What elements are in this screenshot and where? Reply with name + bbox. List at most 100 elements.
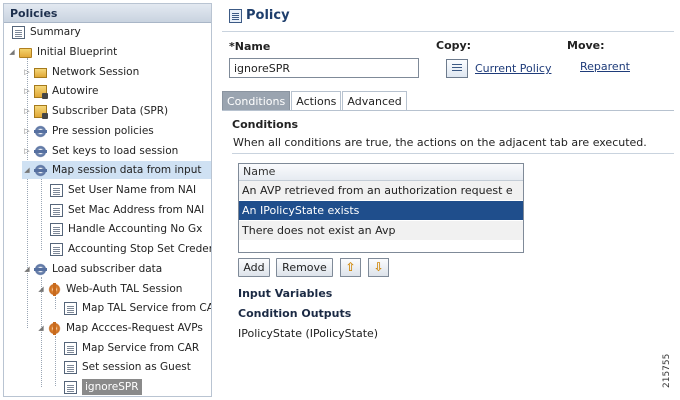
tree-item-label: Handle Accounting No Gx	[68, 223, 203, 235]
collapse-arrow-icon[interactable]: ▷	[22, 63, 32, 81]
arrow-up-icon: ⇧	[345, 260, 356, 274]
input-variables-heading: Input Variables	[238, 287, 333, 300]
tree-item-set-keys[interactable]: ▷ Set keys to load session	[22, 142, 178, 160]
tree-item-map-session-data[interactable]: ◢ Map session data from input	[22, 161, 211, 179]
tree-item-set-user-name[interactable]: Set User Name from NAI	[50, 181, 196, 199]
gear-icon	[34, 163, 47, 177]
tree-guide-line	[41, 178, 42, 250]
copy-policy-icon[interactable]	[446, 59, 468, 78]
locked-folder-icon	[34, 104, 48, 119]
tree-item-accounting-stop[interactable]: Accounting Stop Set Creden	[50, 240, 211, 258]
tree-item-label: Subscriber Data (SPR)	[52, 105, 169, 117]
document-icon	[64, 380, 77, 394]
policy-name-input[interactable]	[229, 58, 419, 78]
gear-icon	[34, 262, 47, 276]
tree-item-map-tal-service[interactable]: Map TAL Service from CA	[64, 299, 211, 317]
figure-number: 215755	[662, 353, 672, 388]
tree-item-label: Network Session	[52, 66, 140, 78]
condition-row-selected[interactable]: An IPolicyState exists	[239, 201, 523, 221]
tree-item-load-subscriber-data[interactable]: ◢ Load subscriber data	[22, 260, 162, 278]
orange-gear-icon	[48, 321, 61, 335]
tree-item-label: Set User Name from NAI	[68, 184, 197, 196]
tree-item-label: Pre session policies	[52, 125, 154, 137]
tree-item-label: Initial Blueprint	[37, 46, 118, 58]
tree-item-subscriber-data[interactable]: ▷ Subscriber Data (SPR)	[22, 102, 168, 120]
document-icon	[64, 360, 77, 374]
tree-item-map-access-request-avps[interactable]: ◢ Map Accces-Request AVPs	[36, 319, 211, 337]
title-divider	[222, 31, 674, 32]
move-label: Move:	[567, 39, 605, 52]
conditions-description: When all conditions are true, the action…	[233, 136, 647, 149]
tree-item-label-selected: ignoreSPR	[82, 379, 142, 395]
tab-actions[interactable]: Actions	[291, 91, 342, 111]
tab-advanced[interactable]: Advanced	[342, 91, 407, 111]
policy-document-icon	[229, 9, 242, 23]
tree-item-label: Summary	[30, 26, 81, 38]
locked-folder-icon	[34, 84, 48, 99]
tree-item-label: Map Service from CAR	[82, 342, 200, 354]
condition-outputs-heading: Condition Outputs	[238, 307, 352, 320]
collapse-arrow-icon[interactable]: ▷	[22, 102, 32, 120]
tree-item-pre-session-policies[interactable]: ▷ Pre session policies	[22, 122, 154, 140]
copy-label: Copy:	[436, 39, 472, 52]
move-down-button[interactable]: ⇩	[368, 258, 389, 277]
tree-item-label: Autowire	[52, 85, 99, 97]
list-column-header[interactable]: Name	[239, 164, 523, 181]
tree-item-label: Web-Auth TAL Session	[66, 283, 183, 295]
tree-item-network-session[interactable]: ▷ Network Session	[22, 63, 139, 81]
move-up-button[interactable]: ⇧	[340, 258, 361, 277]
tree-item-autowire[interactable]: ▷ Autowire	[22, 82, 98, 100]
tree-item-label: Set keys to load session	[52, 145, 179, 157]
document-icon	[64, 341, 77, 355]
tree-guide-line	[55, 297, 56, 309]
conditions-divider	[232, 153, 674, 154]
gear-icon	[34, 144, 47, 158]
tree-item-ignorespr[interactable]: ignoreSPR	[64, 378, 142, 396]
expand-arrow-icon[interactable]: ◢	[22, 161, 32, 179]
tree-header: Policies	[4, 4, 211, 23]
document-icon	[12, 25, 25, 39]
collapse-arrow-icon[interactable]: ▷	[22, 122, 32, 140]
page-title: Policy	[246, 8, 290, 23]
document-icon	[50, 203, 63, 217]
orange-gear-icon	[48, 282, 61, 296]
expand-arrow-icon[interactable]: ◢	[7, 43, 17, 61]
document-icon	[50, 183, 63, 197]
name-label: *Name	[229, 40, 271, 53]
expand-arrow-icon[interactable]: ◢	[22, 260, 32, 278]
add-condition-button[interactable]: Add	[238, 258, 270, 277]
current-policy-link[interactable]: Current Policy	[475, 62, 551, 75]
tree-guide-line	[55, 336, 56, 386]
tree-item-set-session-as-guest[interactable]: Set session as Guest	[64, 358, 191, 376]
tree-item-label: Accounting Stop Set Creden	[68, 243, 211, 255]
remove-condition-button[interactable]: Remove	[276, 258, 333, 277]
tree-item-label: Map session data from input	[52, 164, 202, 176]
conditions-heading: Conditions	[232, 118, 299, 131]
arrow-down-icon: ⇩	[373, 260, 384, 274]
collapse-arrow-icon[interactable]: ▷	[22, 142, 32, 160]
expand-arrow-icon[interactable]: ◢	[36, 319, 46, 337]
tree-item-handle-accounting[interactable]: Handle Accounting No Gx	[50, 220, 202, 238]
tree-item-initial-blueprint[interactable]: ◢ Initial Blueprint	[7, 43, 117, 61]
tree-item-set-mac-address[interactable]: Set Mac Address from NAI	[50, 201, 204, 219]
conditions-list[interactable]: Name An AVP retrieved from an authorizat…	[238, 163, 524, 253]
document-icon	[64, 301, 77, 315]
tree-item-label: Set Mac Address from NAI	[68, 204, 205, 216]
tab-divider	[222, 110, 674, 111]
tree-item-map-service-from-car[interactable]: Map Service from CAR	[64, 339, 199, 357]
reparent-link[interactable]: Reparent	[580, 60, 630, 73]
tab-bar: Conditions Actions Advanced	[222, 91, 408, 111]
expand-arrow-icon[interactable]: ◢	[36, 280, 46, 298]
tree-item-label: Load subscriber data	[52, 263, 163, 275]
tree-item-summary[interactable]: Summary	[12, 23, 81, 41]
condition-row[interactable]: There does not exist an Avp	[239, 221, 523, 241]
document-icon	[50, 242, 63, 256]
tab-conditions[interactable]: Conditions	[222, 91, 291, 111]
tree-item-label: Map TAL Service from CA	[82, 302, 211, 314]
condition-row[interactable]: An AVP retrieved from an authorization r…	[239, 181, 523, 201]
condition-output-value: IPolicyState (IPolicyState)	[238, 327, 379, 340]
tree-item-web-auth-tal-session[interactable]: ◢ Web-Auth TAL Session	[36, 280, 182, 298]
folder-icon	[34, 68, 47, 78]
collapse-arrow-icon[interactable]: ▷	[22, 82, 32, 100]
gear-icon	[34, 124, 47, 138]
